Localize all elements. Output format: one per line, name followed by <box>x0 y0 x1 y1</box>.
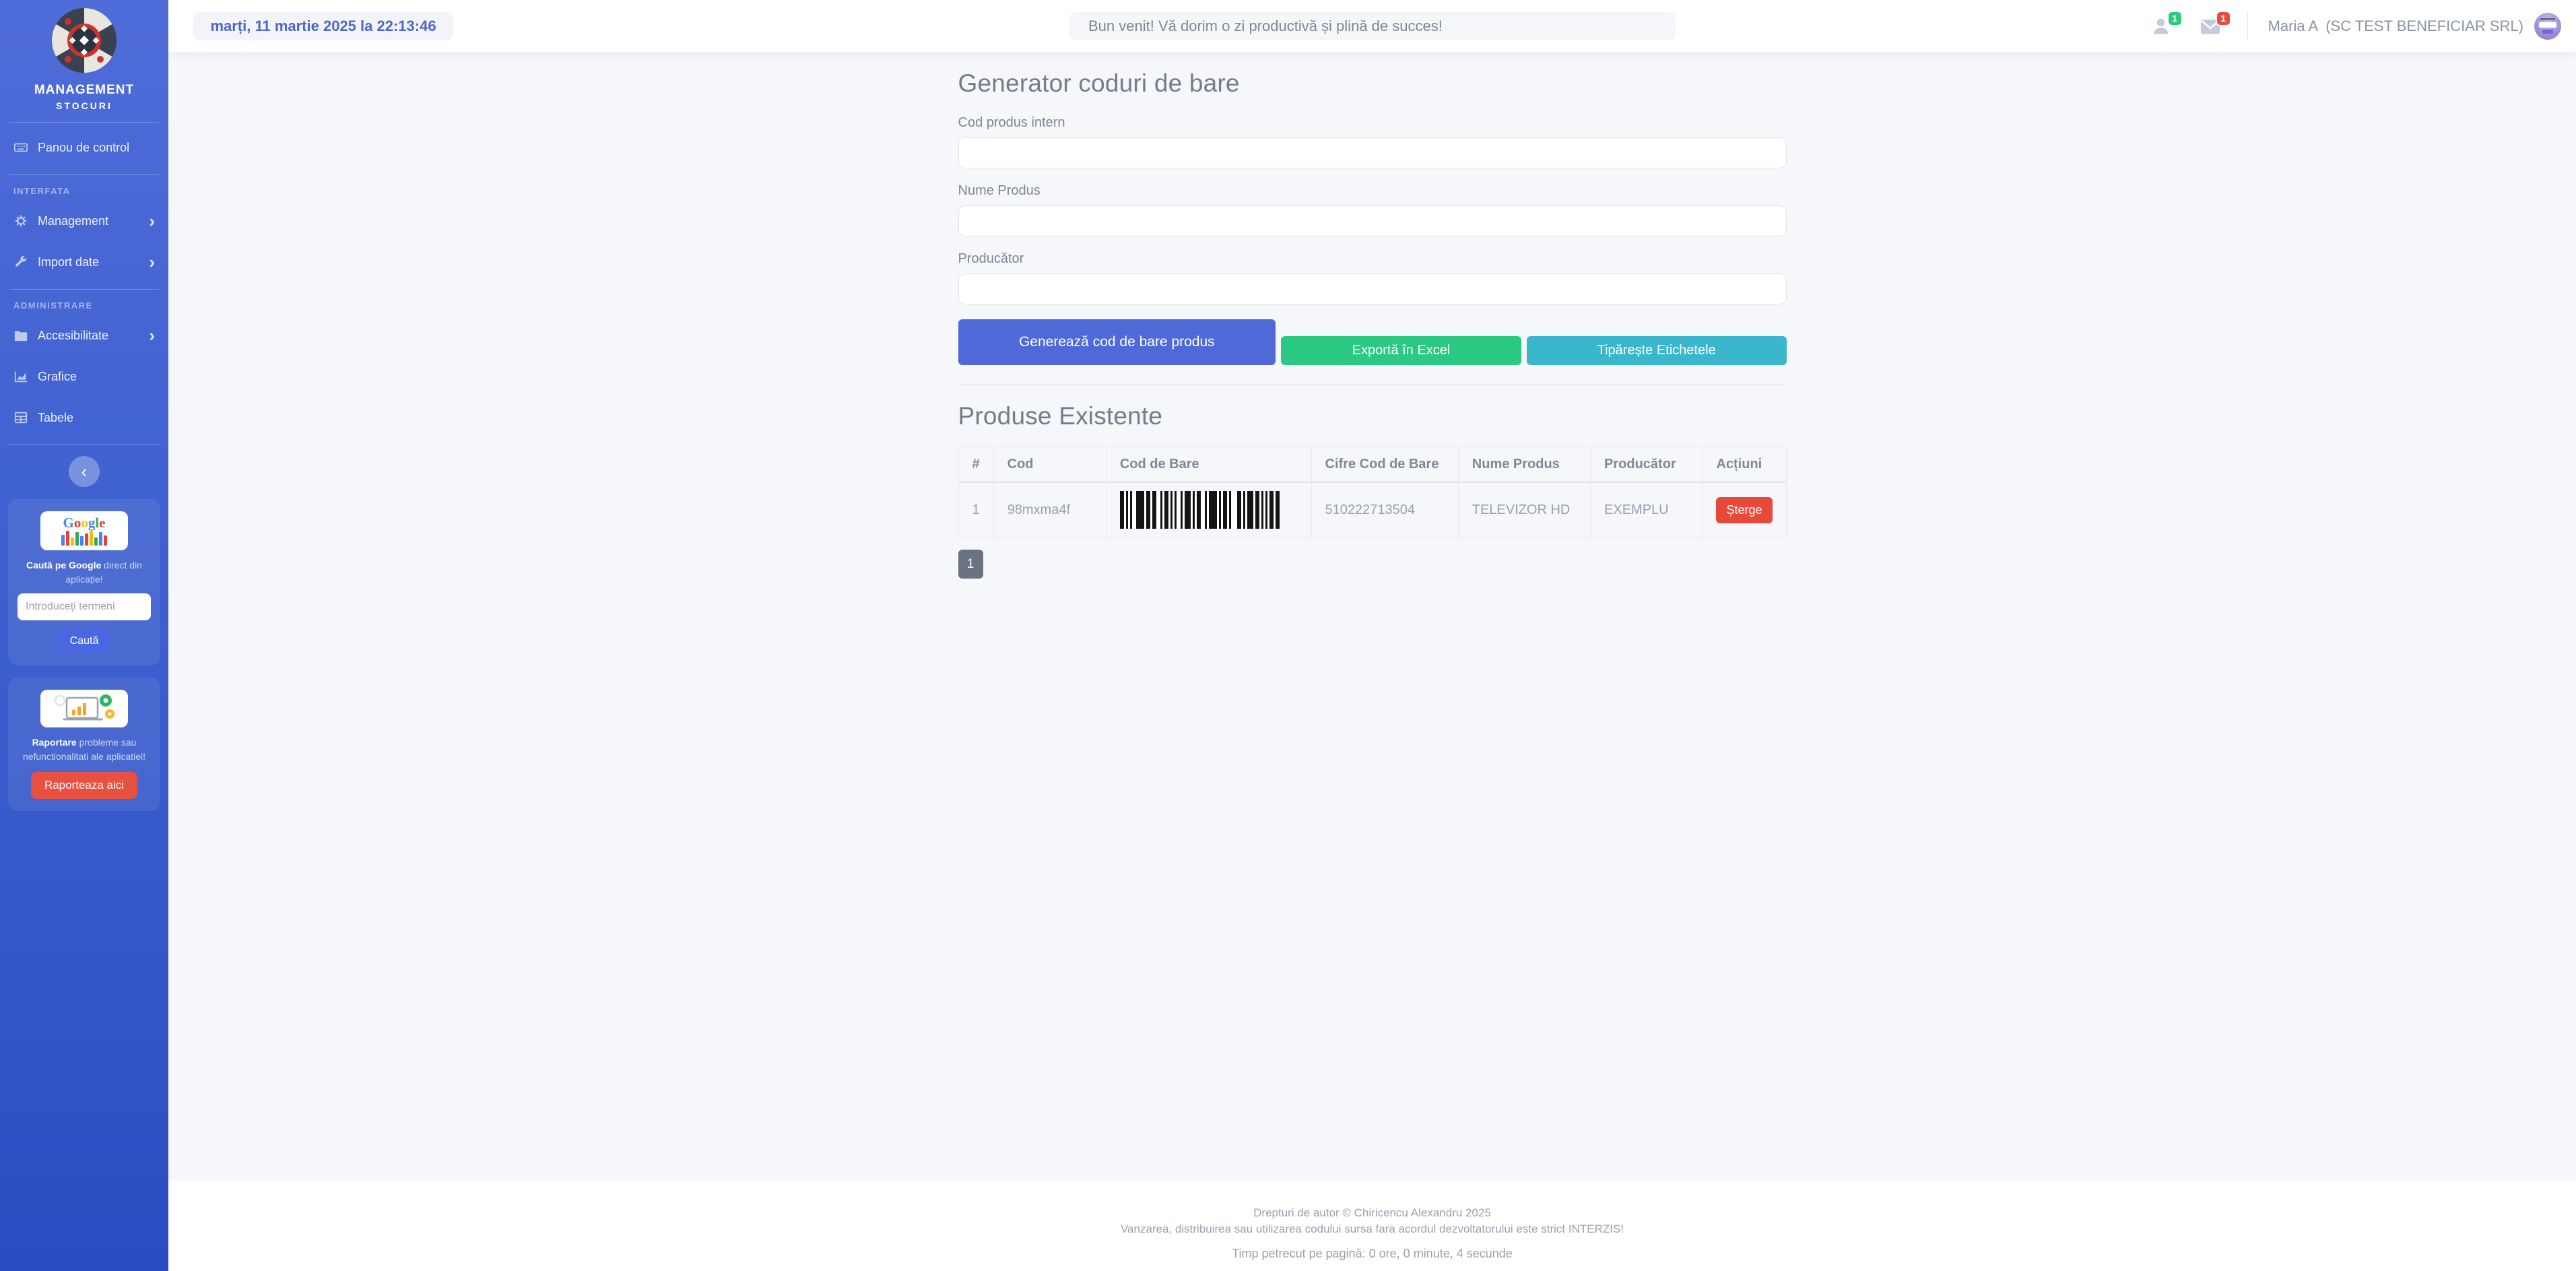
datetime-pill: marți, 11 martie 2025 la 22:13:46 <box>193 12 453 40</box>
cell-nume-produs: TELEVIZOR HD <box>1458 482 1590 537</box>
google-color-bars <box>61 532 107 546</box>
main-area: Generator coduri de bare Cod produs inte… <box>168 52 2576 579</box>
brand-title: MANAGEMENT <box>0 83 168 98</box>
top-header: marți, 11 martie 2025 la 22:13:46 Bun ve… <box>168 0 2576 52</box>
col-cod: Cod <box>993 447 1106 483</box>
export-excel-button[interactable]: Exportă în Excel <box>1281 336 1521 365</box>
user-avatar[interactable] <box>2534 13 2561 40</box>
header-divider <box>2247 12 2248 40</box>
cell-cod: 98mxma4f <box>993 482 1106 537</box>
field-label-producator: Producător <box>958 251 1787 267</box>
sidebar-item-panou-de-control[interactable]: Panou de control <box>0 133 168 162</box>
sidebar-item-label: Tabele <box>38 411 73 425</box>
pagination: 1 <box>958 550 1787 579</box>
sidebar-collapse-button[interactable]: ‹ <box>69 456 100 487</box>
footer: Drepturi de autor © Chiricencu Alexandru… <box>168 1181 2576 1271</box>
chevron-right-icon: › <box>149 329 155 341</box>
gear-icon <box>13 214 28 228</box>
products-table: # Cod Cod de Bare Cifre Cod de Bare Nume… <box>958 447 1787 537</box>
sidebar-item-management[interactable]: Management › <box>0 207 168 235</box>
report-illustration <box>40 690 128 727</box>
products-section-title: Produse Existente <box>958 402 1787 430</box>
sidebar-item-grafice[interactable]: Grafice <box>0 362 168 391</box>
field-label-nume-produs: Nume Produs <box>958 183 1787 199</box>
google-search-button[interactable]: Caută <box>58 629 111 653</box>
google-widget-caption: Caută pe Google direct din aplicație! <box>18 558 151 587</box>
chart-area-icon <box>13 369 28 384</box>
license-line: Vanzarea, distribuirea sau utilizarea co… <box>168 1221 2576 1237</box>
cell-producator: EXEMPLU <box>1591 482 1703 537</box>
nume-produs-input[interactable] <box>958 205 1787 236</box>
report-widget: Raportare probleme sau nefunctionalitati… <box>8 678 160 811</box>
google-search-input[interactable] <box>18 593 151 620</box>
chevron-right-icon: › <box>149 215 155 227</box>
brand-subtitle: STOCURI <box>0 100 168 111</box>
sidebar: MANAGEMENT STOCURI Panou de control INTE… <box>0 0 168 1271</box>
col-index: # <box>958 447 993 483</box>
copyright-line: Drepturi de autor © Chiricencu Alexandru… <box>168 1205 2576 1221</box>
col-cod-de-bare: Cod de Bare <box>1106 447 1311 483</box>
users-notification[interactable]: 1 <box>2150 15 2173 38</box>
report-button[interactable]: Raporteaza aici <box>31 772 137 799</box>
sidebar-item-label: Import date <box>38 255 99 269</box>
sidebar-item-label: Management <box>38 214 108 228</box>
keyboard-icon <box>13 140 28 155</box>
field-label-cod-produs-intern: Cod produs intern <box>958 115 1787 131</box>
messages-notification[interactable]: 1 <box>2199 15 2222 38</box>
sidebar-section-administrare: ADMINISTRARE <box>0 300 168 311</box>
google-search-widget: Google Caută pe Google direct din aplica… <box>8 499 160 665</box>
time-on-page: Timp petrecut pe pagină: 0 ore, 0 minute… <box>168 1245 2576 1262</box>
cell-cifre: 510222713504 <box>1311 482 1458 537</box>
content-divider <box>958 384 1787 385</box>
report-widget-caption: Raportare probleme sau nefunctionalitati… <box>18 736 151 764</box>
chevron-left-icon: ‹ <box>81 463 88 480</box>
delete-button[interactable]: Șterge <box>1716 497 1772 523</box>
col-actiuni: Acțiuni <box>1703 447 1786 483</box>
chevron-right-icon: › <box>149 256 155 268</box>
producator-input[interactable] <box>958 273 1787 304</box>
sidebar-item-import-date[interactable]: Import date › <box>0 248 168 276</box>
cell-index: 1 <box>958 482 993 537</box>
wrench-icon <box>13 255 28 269</box>
welcome-message: Bun venit! Vă dorim o zi productivă și p… <box>1069 12 1676 40</box>
sidebar-item-label: Grafice <box>38 370 77 384</box>
sidebar-item-label: Panou de control <box>38 141 129 155</box>
barcode-image <box>1120 491 1280 529</box>
sidebar-section-interfata: INTERFATA <box>0 186 168 196</box>
page-title: Generator coduri de bare <box>958 69 1787 98</box>
sidebar-item-label: Accesibilitate <box>38 329 108 343</box>
sidebar-divider <box>9 122 159 123</box>
sidebar-divider <box>9 289 159 290</box>
table-header-row: # Cod Cod de Bare Cifre Cod de Bare Nume… <box>958 447 1786 483</box>
print-labels-button[interactable]: Tipărește Etichetele <box>1527 336 1787 365</box>
sidebar-divider <box>9 174 159 175</box>
user-name: Maria A (SC TEST BENEFICIAR SRL) <box>2268 18 2523 35</box>
folder-icon <box>13 328 28 343</box>
messages-badge: 1 <box>2216 11 2231 26</box>
users-badge: 1 <box>2167 11 2183 26</box>
google-logo: Google <box>40 511 128 550</box>
col-producator: Producător <box>1591 447 1703 483</box>
page-1-button[interactable]: 1 <box>958 550 983 579</box>
generate-barcode-button[interactable]: Generează cod de bare produs <box>958 319 1276 365</box>
col-cifre: Cifre Cod de Bare <box>1311 447 1458 483</box>
table-icon <box>13 410 28 425</box>
sidebar-item-accesibilitate[interactable]: Accesibilitate › <box>0 321 168 350</box>
cod-produs-intern-input[interactable] <box>958 137 1787 168</box>
col-nume-produs: Nume Produs <box>1458 447 1590 483</box>
table-row: 1 98mxma4f 510222713504 TELEVIZOR HD EXE… <box>958 482 1786 537</box>
app-logo <box>52 64 117 75</box>
sidebar-item-tabele[interactable]: Tabele <box>0 403 168 432</box>
